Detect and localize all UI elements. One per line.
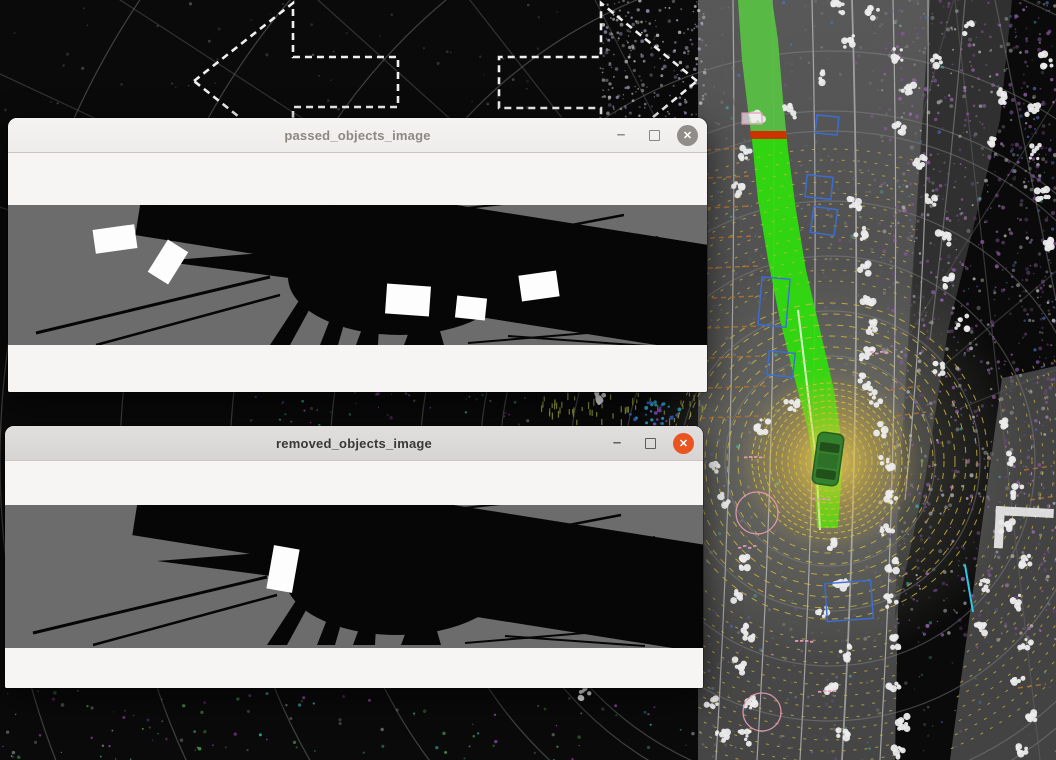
- window-title: passed_objects_image: [284, 128, 430, 143]
- window-removed-objects: removed_objects_image – ✕: [5, 426, 703, 688]
- maximize-icon: [649, 130, 660, 141]
- image-canvas-removed: [5, 461, 703, 688]
- path-stop-mark: [750, 131, 787, 139]
- window-controls: – ✕: [607, 426, 694, 460]
- close-button[interactable]: ✕: [673, 433, 694, 454]
- image-canvas-passed: [8, 153, 707, 392]
- titlebar-removed-objects[interactable]: removed_objects_image – ✕: [5, 426, 703, 461]
- minimize-button[interactable]: –: [607, 433, 627, 453]
- window-title: removed_objects_image: [276, 436, 432, 451]
- window-passed-objects: passed_objects_image – ✕: [8, 118, 707, 392]
- minimize-button[interactable]: –: [611, 125, 631, 145]
- close-icon: ✕: [679, 437, 688, 450]
- minimize-icon: –: [613, 438, 621, 448]
- titlebar-passed-objects[interactable]: passed_objects_image – ✕: [8, 118, 707, 153]
- window-controls: – ✕: [611, 118, 698, 152]
- maximize-button[interactable]: [640, 433, 660, 453]
- close-icon: ✕: [683, 129, 692, 142]
- maximize-icon: [645, 438, 656, 449]
- close-button[interactable]: ✕: [677, 125, 698, 146]
- occupancy-image-removed: [5, 505, 703, 648]
- maximize-button[interactable]: [644, 125, 664, 145]
- minimize-icon: –: [617, 130, 625, 140]
- occupancy-image-passed: [8, 205, 707, 345]
